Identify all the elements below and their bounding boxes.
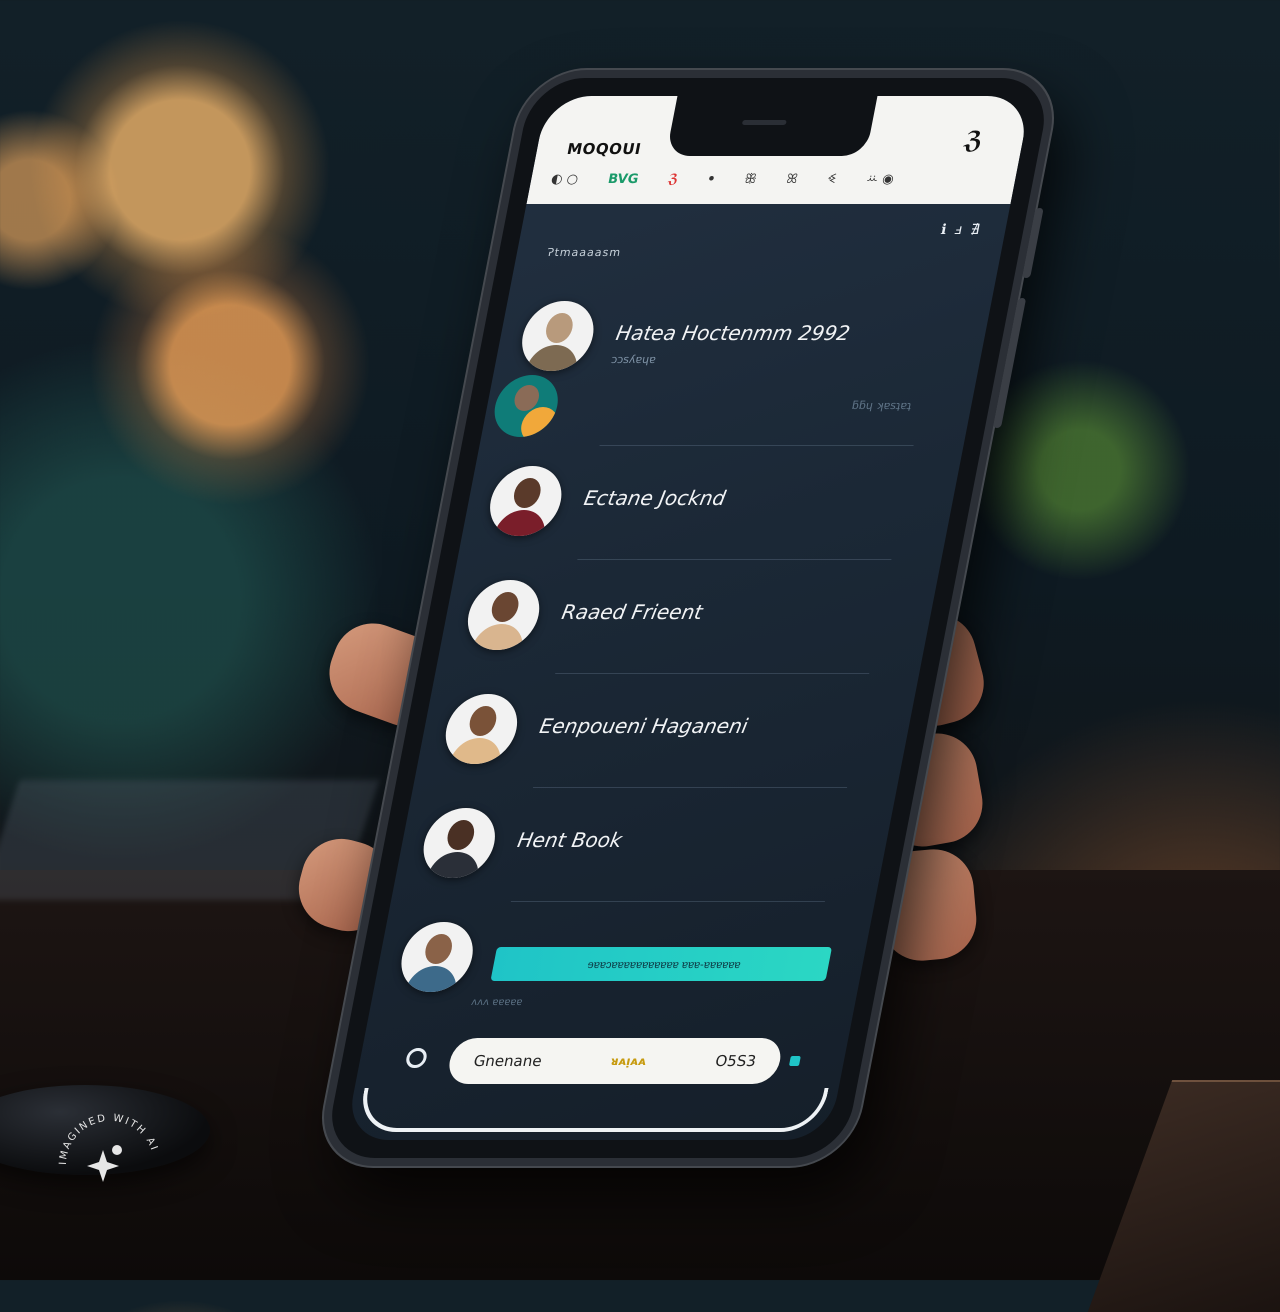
toolbar-chip[interactable]: ℨ [667, 172, 680, 187]
toolbar-chip[interactable]: ꔽ [826, 172, 838, 187]
search-icon[interactable] [404, 1048, 429, 1068]
divider [555, 673, 870, 674]
action-button[interactable]: ɘɐɐɔɐɐɐɐɐɐɐɐɐɐɐ ɐɐɐ-ɐɐɐɐɐɐ [490, 947, 833, 981]
pill-mid-label: ᴚᴀᴉᴀᴀ [609, 1054, 648, 1068]
menu-icon[interactable]: ℨ [962, 126, 986, 154]
pill-left-label: Gnenane [472, 1052, 544, 1070]
sparkle-dot-icon [112, 1145, 122, 1155]
contact-name: Hent Book [515, 828, 625, 852]
contact-item[interactable]: Eenpoueni Haganeni [411, 684, 917, 798]
svg-text:IMAGINED WITH AI: IMAGINED WITH AI [58, 1113, 160, 1165]
avatar [395, 922, 479, 992]
contact-item[interactable]: ɘɐɐɔɐɐɐɐɐɐɐɐɐɐɐ ɐɐɐ-ɐɐɐɐɐɐ ʌʌʌ ɐɐɐɐɐ [367, 912, 873, 1026]
status-dot [788, 1056, 801, 1066]
section-header: Ɂtmaaaasm [545, 246, 623, 259]
sparkle-icon [87, 1150, 119, 1182]
divider [577, 559, 892, 560]
avatar [483, 466, 568, 536]
avatar [489, 375, 564, 437]
avatar [516, 301, 600, 371]
contact-item[interactable]: Raaed Frieent [433, 570, 939, 684]
contact-name: Hatea Hoctenmm 2992 [614, 321, 853, 345]
toolbar-chip[interactable]: ꕤ [785, 172, 799, 187]
bottom-pill[interactable]: Gnenane ᴚᴀᴉᴀᴀ O5S3 [445, 1038, 785, 1084]
toolbar-chip[interactable]: ꔷ [707, 172, 716, 187]
watermark-badge: IMAGINED WITH AI [58, 1113, 160, 1182]
avatar [417, 808, 502, 878]
home-indicator [356, 1088, 829, 1132]
contact-meta: ƃƃɥ ʞɐsʇɐʇ [850, 399, 913, 412]
toolbar-chip[interactable]: ◐ ○ [550, 172, 580, 187]
action-subtitle: ʌʌʌ ɐɐɐɐɐ [470, 997, 524, 1008]
divider [599, 445, 914, 446]
watermark-text: IMAGINED WITH AI [58, 1113, 158, 1165]
contact-item[interactable]: Hatea Hoctenmm 2992 ɔɔsʎɐɥɐ ƃƃɥ ʞɐsʇɐʇ [477, 291, 993, 456]
divider [532, 787, 848, 788]
contact-name: Ectane Jocknd [581, 486, 728, 510]
contact-subtitle: ɔɔsʎɐɥɐ [609, 353, 658, 366]
toolbar-chips: ◐ ○ BVG ℨ ꔷ ꕥ ꕤ ꔽ ꕁ ◉ [550, 172, 997, 187]
toolbar-chip[interactable]: ꕁ ◉ [865, 172, 895, 187]
pill-right-label: O5S3 [713, 1052, 758, 1070]
notch [665, 96, 878, 156]
divider [510, 901, 825, 902]
toolbar-chip[interactable]: ꕥ [743, 172, 758, 187]
app-title: MOQOUI [565, 140, 643, 158]
contact-name: Eenpoueni Haganeni [537, 714, 750, 738]
side-button[interactable] [992, 298, 1027, 428]
avatar [439, 694, 524, 764]
avatar [461, 580, 546, 650]
contact-name: Raaed Frieent [559, 600, 705, 624]
toolbar-chip[interactable]: BVG [607, 172, 640, 187]
contact-item[interactable]: Hent Book [389, 798, 895, 912]
contact-item[interactable]: Ectane Jocknd [455, 456, 961, 570]
status-indicators: ℹ ⅎ ∄ [939, 222, 983, 238]
side-button[interactable] [1022, 208, 1044, 278]
